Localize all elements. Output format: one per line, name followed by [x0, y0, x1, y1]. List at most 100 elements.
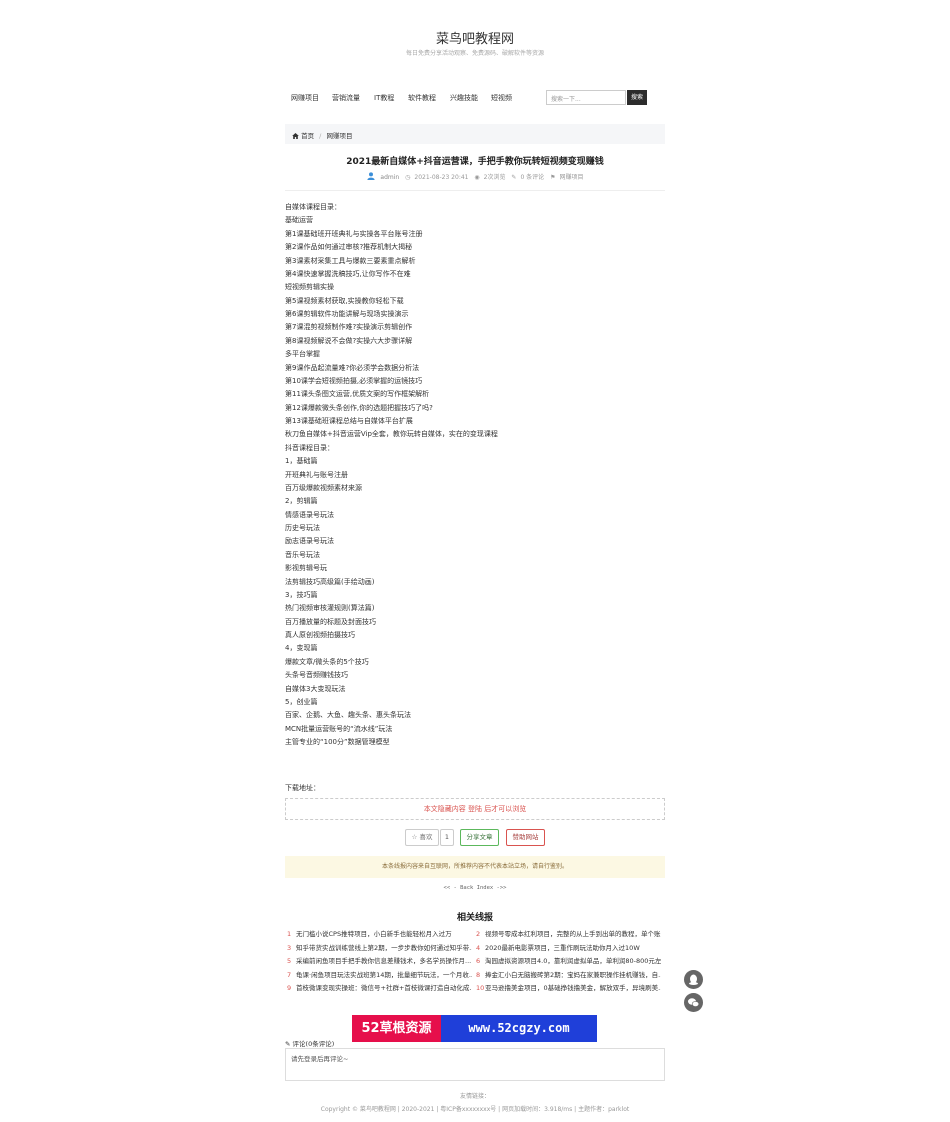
- related-item-link[interactable]: 无门槛小说CPS推特项目，小白新手也能轻松月入过万: [296, 930, 452, 938]
- wechat-icon: [684, 993, 703, 1012]
- content-line: 热门视频审核灌规则(算法篇): [285, 604, 375, 613]
- related-item-link[interactable]: 知乎带货实战训练营线上第2期，一步步教你如何通过知乎带...: [296, 944, 472, 952]
- related-item-link[interactable]: 捧金汇小白无脑搬砖第2期：宝妈在家兼职操作挂机赚钱，自...: [485, 971, 661, 979]
- related-item-link[interactable]: 2020最新电影票项目，三重作刷玩法助你月入过10W: [485, 944, 640, 952]
- related-item-link[interactable]: 亚马逊撸美金项目，0基础挣钱撸美金，解放双手，异境刷美...: [485, 984, 661, 992]
- nav-item-marketing[interactable]: 营销流量: [332, 93, 360, 103]
- nav-item-short-video[interactable]: 短视频: [491, 93, 512, 103]
- qq-icon: [684, 970, 703, 989]
- main-nav: 网赚项目 营销流量 IT教程 软件教程 兴趣技能 短视频 搜索一下... 搜索: [285, 88, 665, 108]
- content-line: 第7课混剪视频制作难?实操演示剪辑创作: [285, 323, 413, 332]
- post-category[interactable]: 网赚项目: [559, 174, 583, 181]
- nav-item-software[interactable]: 软件教程: [408, 93, 436, 103]
- comment-textarea[interactable]: 请先登录后再评论~: [285, 1048, 665, 1081]
- related-item[interactable]: 9 首枝微课变现实操班：微信号+社群+首枝微课打造自动化成...: [287, 982, 472, 996]
- content-line: 秋刀鱼自媒体+抖音运营Vip全套，教你玩转自媒体，实在的变现课程: [285, 430, 498, 439]
- content-line: 基础运营: [285, 216, 313, 225]
- hidden-content-box[interactable]: 本文隐藏内容 登陆 后才可以浏览: [285, 798, 665, 820]
- donate-button[interactable]: 赞助网站: [506, 829, 545, 846]
- related-item[interactable]: 5 采编前闲鱼项目手把手教你信息差赚钱术，多名学员操作月...: [287, 955, 472, 969]
- content-line: 情感语录号玩法: [285, 510, 334, 519]
- post-content: 自媒体课程目录： 基础运营第1课基础班开班典礼与实操各平台账号注册 第2课作品如何通…: [285, 201, 665, 749]
- breadcrumb-home[interactable]: 首页: [301, 132, 314, 140]
- related-item-number: 3: [287, 943, 292, 952]
- search-input[interactable]: 搜索一下...: [546, 90, 626, 105]
- related-item-number: 8: [476, 970, 481, 979]
- related-item-link[interactable]: 淘园虚拟资源项目4.0，靠利润虚拟单品，单利润80-800元左右: [485, 957, 661, 965]
- related-item-number: 7: [287, 970, 292, 979]
- post-author[interactable]: admin: [380, 174, 399, 181]
- wechat-float-button[interactable]: [684, 993, 703, 1012]
- content-line: 5，创业篇: [285, 697, 318, 706]
- related-item[interactable]: 4 2020最新电影票项目，三重作刷玩法助你月入过10W: [476, 942, 661, 956]
- content-line: 2，剪辑篇: [285, 497, 318, 506]
- watermark-left: 52草根资源: [352, 1015, 441, 1042]
- content-line: 第9课作品起流量难?你必须学会数据分析法: [285, 363, 420, 372]
- content-line: 第2课作品如何通过审核?推荐机制大揭秘: [285, 243, 413, 252]
- content-line: 音乐号玩法: [285, 550, 320, 559]
- search-button[interactable]: 搜索: [627, 90, 647, 105]
- content-line: 第1课基础班开班典礼与实操各平台账号注册: [285, 229, 423, 238]
- nav-item-wangzhuan[interactable]: 网赚项目: [291, 93, 319, 103]
- like-count: 1: [440, 829, 454, 846]
- breadcrumb-separator: /: [319, 132, 322, 140]
- content-line: 自媒体课程目录：: [285, 203, 341, 211]
- related-item[interactable]: 8 捧金汇小白无脑搬砖第2期：宝妈在家兼职操作挂机赚钱，自...: [476, 969, 661, 983]
- breadcrumb-category[interactable]: 网赚项目: [326, 132, 352, 140]
- content-line: 励志语录号玩法: [285, 537, 334, 546]
- related-list-right: 2 视频号零成本红利项目，完整的从上手到出单的教程，单个账... 4 2020最新电影…: [476, 928, 661, 996]
- content-line: 第10课学会短视频拍摄,必须掌握的运镜技巧: [285, 376, 423, 385]
- content-line: 第3课素材采集工具与爆款三要素重点解析: [285, 256, 416, 265]
- related-item[interactable]: 7 龟课·闲鱼项目玩法实战班第14期，批量细节玩法，一个月收...: [287, 969, 472, 983]
- eye-icon: ◉: [474, 174, 480, 181]
- content-line: 1，基础篇: [285, 457, 318, 466]
- nav-item-skills[interactable]: 兴趣技能: [450, 93, 478, 103]
- site-title[interactable]: 菜鸟吧教程网: [0, 28, 950, 47]
- related-item-number: 4: [476, 943, 481, 952]
- related-item-number: 2: [476, 930, 481, 938]
- content-line: 第12课爆款微头条创作,你的选题把握技巧了吗?: [285, 403, 433, 412]
- watermark-right: www.52cgzy.com: [441, 1015, 597, 1042]
- comment-header: ✎ 评论(0条评论): [285, 1038, 334, 1048]
- content-line: 法剪辑技巧高级篇(手绘动画): [285, 577, 375, 586]
- download-label: 下载地址：: [285, 784, 320, 792]
- related-item[interactable]: 3 知乎带货实战训练营线上第2期，一步步教你如何通过知乎带...: [287, 942, 472, 956]
- related-item-number: 10: [476, 984, 485, 992]
- content-line: 第8课视频解说不会做?实操六大步骤详解: [285, 336, 413, 345]
- related-item-number: 1: [287, 930, 292, 938]
- content-line: 真人原创视频拍摄技巧: [285, 631, 355, 639]
- related-item-link[interactable]: 首枝微课变现实操班：微信号+社群+首枝微课打造自动化成...: [296, 984, 472, 992]
- related-item[interactable]: 10亚马逊撸美金项目，0基础挣钱撸美金，解放双手，异境刷美...: [476, 982, 661, 996]
- post-comments-count[interactable]: 0 条评论: [520, 174, 544, 181]
- related-title: 相关线报: [456, 913, 493, 923]
- tag-icon: ⚑: [550, 174, 556, 181]
- site-subtitle: 每日免费分享活动观察、免费源码、破解软件等资源: [405, 50, 544, 57]
- content-line: MCN批量运营账号的“流水线”玩法: [285, 724, 393, 733]
- qq-float-button[interactable]: [684, 970, 703, 989]
- related-item[interactable]: 2 视频号零成本红利项目，完整的从上手到出单的教程，单个账...: [476, 928, 661, 942]
- post-title: 2021最新自媒体+抖音运营课，手把手教你玩转短视频变现赚钱: [346, 157, 604, 167]
- pencil-icon: ✎: [285, 1040, 291, 1048]
- back-index-link[interactable]: << - Back Index ->>: [285, 885, 665, 891]
- nav-item-it[interactable]: IT教程: [374, 93, 394, 103]
- related-item-number: 5: [287, 957, 292, 965]
- content-line: 第13课基础班课程总结与自媒体平台扩展: [285, 417, 413, 425]
- related-item[interactable]: 6 淘园虚拟资源项目4.0，靠利润虚拟单品，单利润80-800元左右: [476, 955, 661, 969]
- related-item-link[interactable]: 采编前闲鱼项目手把手教你信息差赚钱术，多名学员操作月...: [296, 957, 471, 965]
- breadcrumb: 首页 / 网赚项目: [285, 124, 665, 144]
- related-list-left: 1 无门槛小说CPS推特项目，小白新手也能轻松月入过万 3 知乎带货实战训练营线上第2…: [287, 928, 472, 996]
- friend-links: 友情链接：: [459, 1093, 490, 1100]
- content-line: 第6课剪辑软件功能讲解与现场实操演示: [285, 310, 409, 318]
- content-line: 自媒体3大变现玩法: [285, 684, 346, 693]
- like-button[interactable]: ☆ 喜欢: [405, 829, 439, 846]
- content-line: 影视剪辑号玩: [285, 564, 327, 573]
- related-item-link[interactable]: 视频号零成本红利项目，完整的从上手到出单的教程，单个账...: [485, 930, 661, 938]
- related-item[interactable]: 1 无门槛小说CPS推特项目，小白新手也能轻松月入过万: [287, 928, 472, 942]
- content-line: 4，变现篇: [285, 644, 318, 653]
- content-line: 主管专业的“100分”数据管理模型: [285, 738, 390, 746]
- related-item-link[interactable]: 龟课·闲鱼项目玩法实战班第14期，批量细节玩法，一个月收...: [296, 971, 472, 979]
- content-line: 爆款文章/微头条的5个技巧: [285, 657, 369, 666]
- share-button[interactable]: 分享文章: [460, 829, 499, 846]
- user-icon: [366, 172, 377, 181]
- related-item-number: 9: [287, 984, 292, 992]
